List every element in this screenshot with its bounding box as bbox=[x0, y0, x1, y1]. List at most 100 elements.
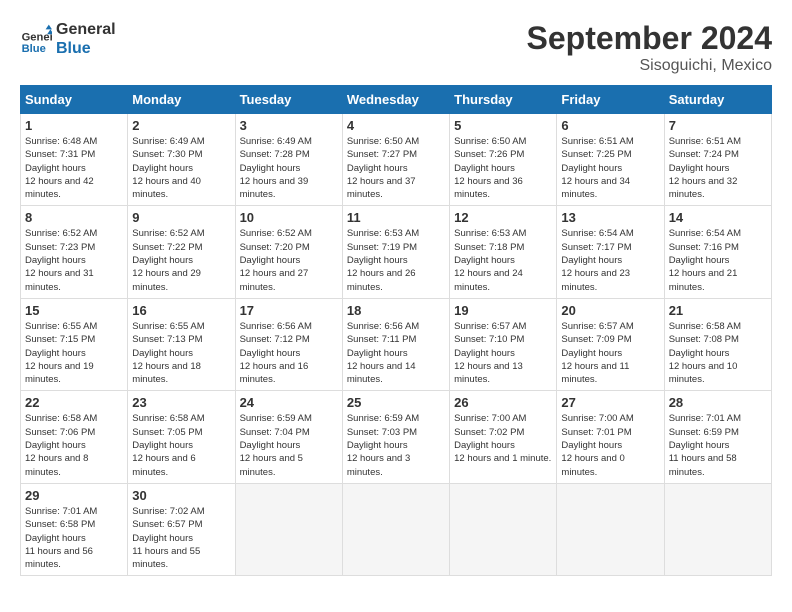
day-info: Sunrise: 6:48 AM Sunset: 7:31 PM Dayligh… bbox=[25, 135, 123, 201]
calendar-table: SundayMondayTuesdayWednesdayThursdayFrid… bbox=[20, 85, 772, 576]
day-info: Sunrise: 6:52 AM Sunset: 7:23 PM Dayligh… bbox=[25, 227, 123, 293]
calendar-cell bbox=[450, 483, 557, 575]
calendar-cell: 13 Sunrise: 6:54 AM Sunset: 7:17 PM Dayl… bbox=[557, 206, 664, 298]
day-number: 29 bbox=[25, 488, 123, 503]
calendar-cell: 14 Sunrise: 6:54 AM Sunset: 7:16 PM Dayl… bbox=[664, 206, 771, 298]
day-info: Sunrise: 6:50 AM Sunset: 7:26 PM Dayligh… bbox=[454, 135, 552, 201]
calendar-cell bbox=[557, 483, 664, 575]
day-info: Sunrise: 6:56 AM Sunset: 7:12 PM Dayligh… bbox=[240, 320, 338, 386]
day-info: Sunrise: 6:59 AM Sunset: 7:03 PM Dayligh… bbox=[347, 412, 445, 478]
day-number: 25 bbox=[347, 395, 445, 410]
title-block: September 2024 Sisoguichi, Mexico bbox=[527, 20, 772, 75]
day-number: 23 bbox=[132, 395, 230, 410]
day-info: Sunrise: 6:49 AM Sunset: 7:28 PM Dayligh… bbox=[240, 135, 338, 201]
calendar-week-3: 15 Sunrise: 6:55 AM Sunset: 7:15 PM Dayl… bbox=[21, 298, 772, 390]
day-info: Sunrise: 6:52 AM Sunset: 7:22 PM Dayligh… bbox=[132, 227, 230, 293]
calendar-cell: 5 Sunrise: 6:50 AM Sunset: 7:26 PM Dayli… bbox=[450, 114, 557, 206]
calendar-cell: 29 Sunrise: 7:01 AM Sunset: 6:58 PM Dayl… bbox=[21, 483, 128, 575]
day-number: 27 bbox=[561, 395, 659, 410]
day-info: Sunrise: 6:53 AM Sunset: 7:18 PM Dayligh… bbox=[454, 227, 552, 293]
calendar-cell: 17 Sunrise: 6:56 AM Sunset: 7:12 PM Dayl… bbox=[235, 298, 342, 390]
calendar-cell: 28 Sunrise: 7:01 AM Sunset: 6:59 PM Dayl… bbox=[664, 391, 771, 483]
col-header-tuesday: Tuesday bbox=[235, 86, 342, 114]
day-info: Sunrise: 6:55 AM Sunset: 7:15 PM Dayligh… bbox=[25, 320, 123, 386]
day-number: 26 bbox=[454, 395, 552, 410]
month-title: September 2024 bbox=[527, 20, 772, 57]
page-header: General Blue General Blue September 2024… bbox=[20, 20, 772, 75]
calendar-cell: 19 Sunrise: 6:57 AM Sunset: 7:10 PM Dayl… bbox=[450, 298, 557, 390]
day-info: Sunrise: 6:58 AM Sunset: 7:05 PM Dayligh… bbox=[132, 412, 230, 478]
day-number: 9 bbox=[132, 210, 230, 225]
calendar-cell: 23 Sunrise: 6:58 AM Sunset: 7:05 PM Dayl… bbox=[128, 391, 235, 483]
day-number: 8 bbox=[25, 210, 123, 225]
day-number: 4 bbox=[347, 118, 445, 133]
day-number: 30 bbox=[132, 488, 230, 503]
logo: General Blue General Blue bbox=[20, 20, 116, 58]
calendar-cell: 27 Sunrise: 7:00 AM Sunset: 7:01 PM Dayl… bbox=[557, 391, 664, 483]
col-header-thursday: Thursday bbox=[450, 86, 557, 114]
calendar-cell: 7 Sunrise: 6:51 AM Sunset: 7:24 PM Dayli… bbox=[664, 114, 771, 206]
calendar-cell: 4 Sunrise: 6:50 AM Sunset: 7:27 PM Dayli… bbox=[342, 114, 449, 206]
calendar-cell: 18 Sunrise: 6:56 AM Sunset: 7:11 PM Dayl… bbox=[342, 298, 449, 390]
day-number: 20 bbox=[561, 303, 659, 318]
day-number: 2 bbox=[132, 118, 230, 133]
day-info: Sunrise: 6:56 AM Sunset: 7:11 PM Dayligh… bbox=[347, 320, 445, 386]
calendar-cell: 20 Sunrise: 6:57 AM Sunset: 7:09 PM Dayl… bbox=[557, 298, 664, 390]
calendar-week-5: 29 Sunrise: 7:01 AM Sunset: 6:58 PM Dayl… bbox=[21, 483, 772, 575]
day-info: Sunrise: 7:02 AM Sunset: 6:57 PM Dayligh… bbox=[132, 505, 230, 571]
svg-text:Blue: Blue bbox=[22, 43, 46, 55]
day-info: Sunrise: 7:00 AM Sunset: 7:01 PM Dayligh… bbox=[561, 412, 659, 478]
day-number: 15 bbox=[25, 303, 123, 318]
day-number: 28 bbox=[669, 395, 767, 410]
day-number: 3 bbox=[240, 118, 338, 133]
day-info: Sunrise: 6:53 AM Sunset: 7:19 PM Dayligh… bbox=[347, 227, 445, 293]
calendar-cell: 24 Sunrise: 6:59 AM Sunset: 7:04 PM Dayl… bbox=[235, 391, 342, 483]
col-header-friday: Friday bbox=[557, 86, 664, 114]
calendar-cell bbox=[342, 483, 449, 575]
logo-icon: General Blue bbox=[20, 23, 52, 55]
calendar-cell: 15 Sunrise: 6:55 AM Sunset: 7:15 PM Dayl… bbox=[21, 298, 128, 390]
day-number: 7 bbox=[669, 118, 767, 133]
day-info: Sunrise: 6:58 AM Sunset: 7:08 PM Dayligh… bbox=[669, 320, 767, 386]
location: Sisoguichi, Mexico bbox=[527, 57, 772, 75]
col-header-saturday: Saturday bbox=[664, 86, 771, 114]
day-info: Sunrise: 6:50 AM Sunset: 7:27 PM Dayligh… bbox=[347, 135, 445, 201]
calendar-cell: 22 Sunrise: 6:58 AM Sunset: 7:06 PM Dayl… bbox=[21, 391, 128, 483]
calendar-cell: 12 Sunrise: 6:53 AM Sunset: 7:18 PM Dayl… bbox=[450, 206, 557, 298]
day-number: 14 bbox=[669, 210, 767, 225]
calendar-cell bbox=[235, 483, 342, 575]
calendar-cell: 6 Sunrise: 6:51 AM Sunset: 7:25 PM Dayli… bbox=[557, 114, 664, 206]
calendar-cell: 21 Sunrise: 6:58 AM Sunset: 7:08 PM Dayl… bbox=[664, 298, 771, 390]
day-info: Sunrise: 6:52 AM Sunset: 7:20 PM Dayligh… bbox=[240, 227, 338, 293]
svg-text:General: General bbox=[22, 32, 52, 44]
day-number: 11 bbox=[347, 210, 445, 225]
calendar-cell: 11 Sunrise: 6:53 AM Sunset: 7:19 PM Dayl… bbox=[342, 206, 449, 298]
day-number: 24 bbox=[240, 395, 338, 410]
day-info: Sunrise: 7:01 AM Sunset: 6:59 PM Dayligh… bbox=[669, 412, 767, 478]
col-header-monday: Monday bbox=[128, 86, 235, 114]
day-number: 18 bbox=[347, 303, 445, 318]
day-info: Sunrise: 6:51 AM Sunset: 7:25 PM Dayligh… bbox=[561, 135, 659, 201]
logo-text-blue: Blue bbox=[56, 39, 116, 58]
day-number: 22 bbox=[25, 395, 123, 410]
day-number: 12 bbox=[454, 210, 552, 225]
calendar-cell bbox=[664, 483, 771, 575]
day-info: Sunrise: 6:51 AM Sunset: 7:24 PM Dayligh… bbox=[669, 135, 767, 201]
day-number: 10 bbox=[240, 210, 338, 225]
col-header-sunday: Sunday bbox=[21, 86, 128, 114]
day-number: 21 bbox=[669, 303, 767, 318]
calendar-cell: 10 Sunrise: 6:52 AM Sunset: 7:20 PM Dayl… bbox=[235, 206, 342, 298]
day-info: Sunrise: 6:54 AM Sunset: 7:16 PM Dayligh… bbox=[669, 227, 767, 293]
day-info: Sunrise: 6:57 AM Sunset: 7:09 PM Dayligh… bbox=[561, 320, 659, 386]
calendar-week-2: 8 Sunrise: 6:52 AM Sunset: 7:23 PM Dayli… bbox=[21, 206, 772, 298]
day-info: Sunrise: 6:57 AM Sunset: 7:10 PM Dayligh… bbox=[454, 320, 552, 386]
day-info: Sunrise: 6:58 AM Sunset: 7:06 PM Dayligh… bbox=[25, 412, 123, 478]
logo-text-general: General bbox=[56, 20, 116, 39]
day-info: Sunrise: 7:01 AM Sunset: 6:58 PM Dayligh… bbox=[25, 505, 123, 571]
calendar-cell: 1 Sunrise: 6:48 AM Sunset: 7:31 PM Dayli… bbox=[21, 114, 128, 206]
day-info: Sunrise: 6:55 AM Sunset: 7:13 PM Dayligh… bbox=[132, 320, 230, 386]
calendar-cell: 9 Sunrise: 6:52 AM Sunset: 7:22 PM Dayli… bbox=[128, 206, 235, 298]
calendar-cell: 25 Sunrise: 6:59 AM Sunset: 7:03 PM Dayl… bbox=[342, 391, 449, 483]
day-number: 19 bbox=[454, 303, 552, 318]
calendar-week-1: 1 Sunrise: 6:48 AM Sunset: 7:31 PM Dayli… bbox=[21, 114, 772, 206]
